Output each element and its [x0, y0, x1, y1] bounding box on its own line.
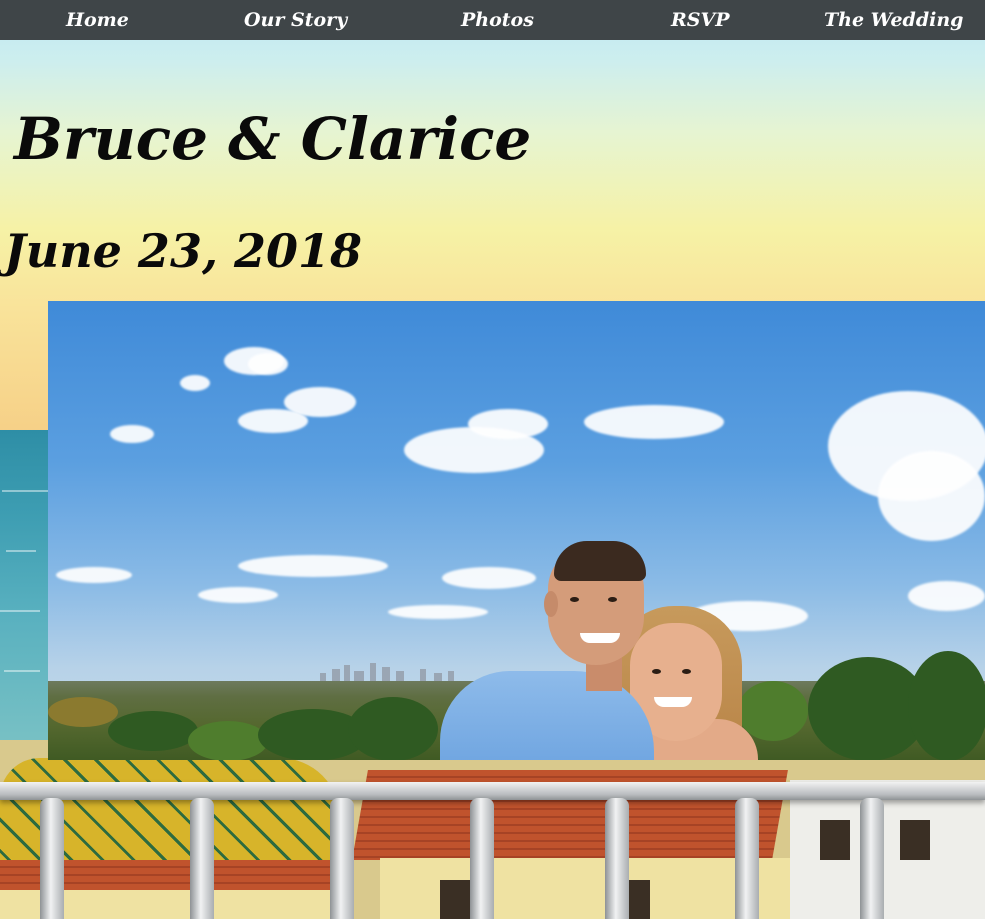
engagement-photo — [48, 301, 985, 760]
railing-baluster — [470, 798, 494, 919]
railing-baluster — [330, 798, 354, 919]
railing-baluster — [605, 798, 629, 919]
balcony-railing — [0, 782, 985, 800]
nav-item-our-story[interactable]: Our Story — [244, 6, 347, 34]
nav-item-photos[interactable]: Photos — [461, 6, 534, 34]
couple-names-heading: Bruce & Clarice — [14, 104, 532, 173]
railing-baluster — [735, 798, 759, 919]
wedding-date-heading: June 23, 2018 — [4, 224, 363, 279]
nav-item-home[interactable]: Home — [66, 6, 129, 34]
railing-baluster — [40, 798, 64, 919]
top-navigation: Home Our Story Photos RSVP The Wedding — [0, 0, 985, 40]
railing-baluster — [860, 798, 884, 919]
railing-baluster — [190, 798, 214, 919]
nav-item-the-wedding[interactable]: The Wedding — [824, 6, 963, 34]
nav-item-rsvp[interactable]: RSVP — [671, 6, 730, 34]
